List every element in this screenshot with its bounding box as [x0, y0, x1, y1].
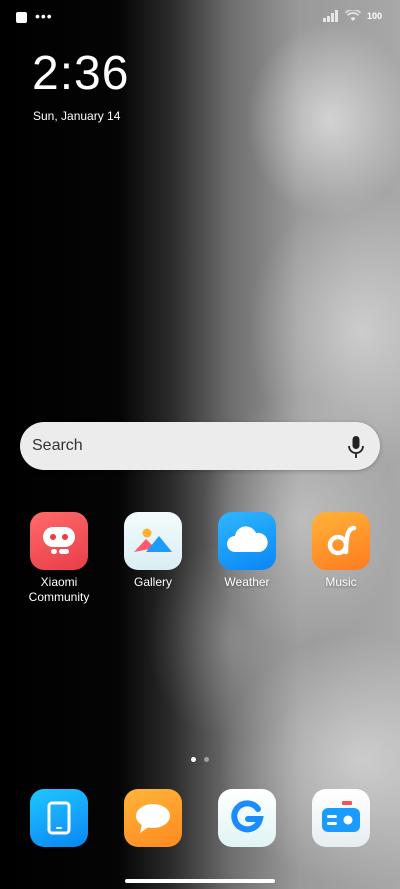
app-label: Xiaomi Community: [28, 575, 90, 604]
app-weather[interactable]: Weather: [206, 512, 288, 590]
app-label: Music: [325, 575, 357, 589]
gallery-icon: [124, 512, 182, 570]
app-gallery[interactable]: Gallery: [112, 512, 194, 590]
app-music[interactable]: Music: [300, 512, 382, 590]
home-screen: ••• 100 2:36 Sun, January 14 Search Xiao…: [0, 0, 400, 889]
music-icon: [312, 512, 370, 570]
app-xiaomi-community[interactable]: Xiaomi Community: [18, 512, 100, 605]
more-dots-icon: •••: [35, 7, 53, 24]
page-dot: [204, 757, 209, 762]
search-bar[interactable]: Search: [20, 422, 380, 470]
dock-app-radio[interactable]: [300, 789, 382, 847]
app-label: Gallery: [133, 575, 172, 589]
clock-time[interactable]: 2:36: [32, 48, 129, 100]
tablet-icon: [30, 789, 88, 847]
dock-app-google[interactable]: [206, 789, 288, 847]
signal-icon: [322, 10, 338, 22]
search-placeholder: Search: [32, 437, 83, 454]
page-dot-active: [191, 757, 196, 762]
weather-icon: [218, 512, 276, 570]
microphone-icon[interactable]: [346, 435, 366, 459]
status-bar: ••• 100: [0, 0, 400, 36]
wifi-icon: [344, 10, 361, 21]
home-indicator[interactable]: [125, 879, 275, 883]
radio-icon: [312, 789, 370, 847]
xiaomi-community-icon: [30, 512, 88, 570]
google-icon: [218, 789, 276, 847]
clock-date[interactable]: Sun, January 14: [33, 109, 120, 123]
app-label: Weather: [224, 575, 270, 589]
dock-app-tablet[interactable]: [18, 789, 100, 847]
page-indicator: [0, 757, 400, 762]
status-left: •••: [16, 7, 53, 24]
square-notification-icon: [16, 12, 27, 23]
status-right: 100: [322, 10, 382, 22]
battery-level: 100: [366, 11, 382, 21]
dock-app-messages[interactable]: [112, 789, 194, 847]
messages-icon: [124, 789, 182, 847]
